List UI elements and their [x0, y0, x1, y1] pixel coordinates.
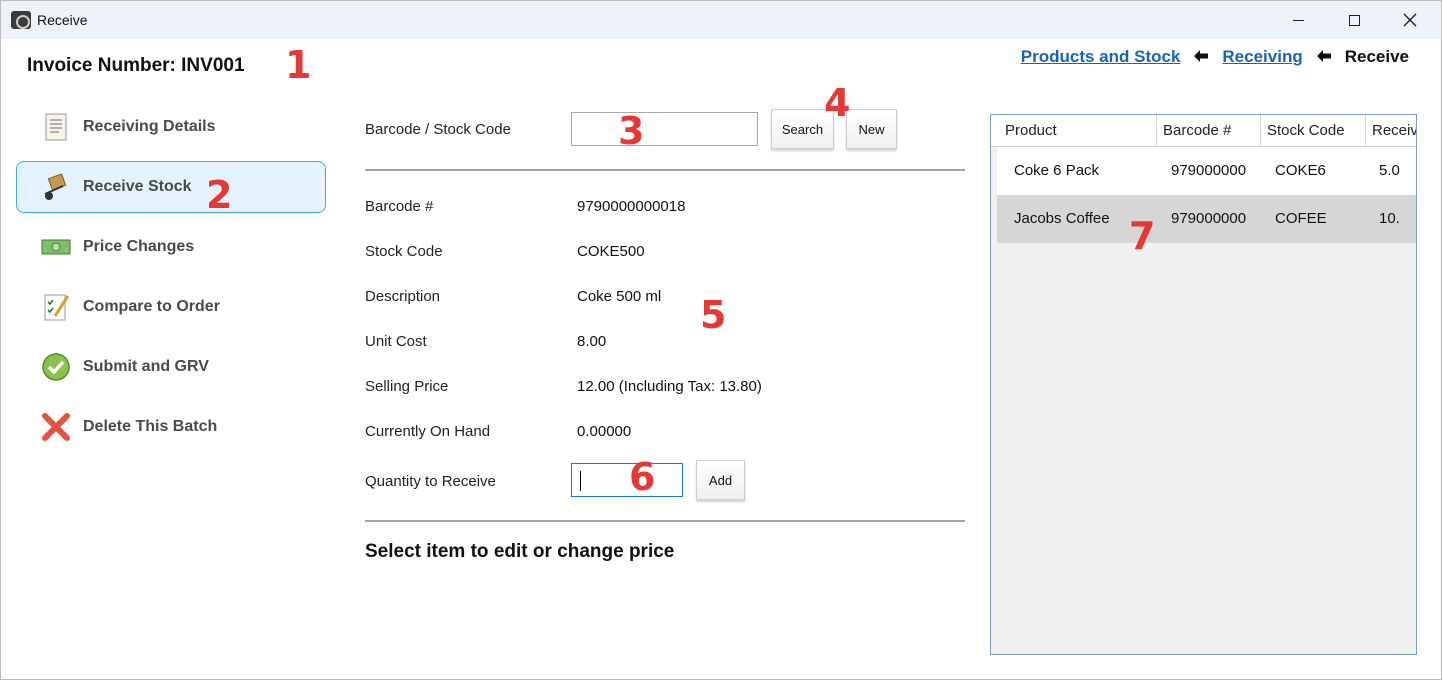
selling-price-label: Selling Price: [365, 378, 449, 395]
barcode-search-input[interactable]: [571, 112, 758, 146]
breadcrumb-products-and-stock[interactable]: Products and Stock: [1021, 47, 1181, 67]
annotation-3: 3: [618, 109, 645, 153]
description-value: Coke 500 ml: [577, 288, 662, 305]
stock-code-value: COKE500: [577, 243, 645, 260]
select-item-prompt: Select item to edit or change price: [365, 541, 675, 562]
cell-stock-code: COFEE: [1275, 210, 1327, 227]
arrow-left-icon: [1316, 49, 1331, 66]
minimize-button[interactable]: [1269, 1, 1327, 39]
add-button[interactable]: Add: [696, 460, 745, 500]
check-circle-icon: [42, 353, 70, 381]
cell-barcode: 979000000: [1171, 210, 1247, 227]
hand-truck-icon: [44, 173, 67, 200]
column-header-barcode[interactable]: Barcode #: [1157, 115, 1261, 147]
document-icon: [45, 113, 67, 141]
received-items-grid[interactable]: Product Barcode # Stock Code Receiv Coke…: [990, 114, 1417, 655]
receive-window: Receive Invoice Number: INV001 Products …: [0, 0, 1442, 680]
sidebar-item-submit-and-grv[interactable]: Submit and GRV: [16, 341, 326, 393]
maximize-button[interactable]: [1325, 1, 1383, 39]
cell-received: 10.: [1379, 210, 1400, 227]
checklist-icon: [44, 294, 70, 321]
annotation-5: 5: [700, 293, 727, 337]
sidebar-item-label: Receiving Details: [83, 118, 216, 135]
app-icon: [11, 11, 31, 29]
annotation-7: 7: [1129, 214, 1156, 258]
breadcrumb: Products and Stock Receiving Receive: [1021, 47, 1409, 67]
cell-received: 5.0: [1379, 162, 1400, 179]
cell-barcode: 979000000: [1171, 162, 1247, 179]
table-row[interactable]: Coke 6 Pack 979000000 COKE6 5.0: [997, 147, 1416, 195]
barcode-value: 9790000000018: [577, 198, 686, 215]
close-button[interactable]: [1381, 1, 1439, 39]
annotation-1: 1: [285, 43, 312, 87]
barcode-label: Barcode #: [365, 198, 434, 215]
maximize-icon: [1348, 14, 1360, 26]
on-hand-value: 0.00000: [577, 423, 632, 440]
unit-cost-label: Unit Cost: [365, 333, 427, 350]
cell-stock-code: COKE6: [1275, 162, 1326, 179]
sidebar-item-label: Delete This Batch: [83, 418, 218, 435]
description-label: Description: [365, 288, 441, 305]
sidebar-item-label: Submit and GRV: [83, 358, 209, 375]
on-hand-label: Currently On Hand: [365, 423, 491, 440]
new-button[interactable]: New: [846, 109, 897, 149]
quantity-label: Quantity to Receive: [365, 473, 496, 490]
column-header-stock-code[interactable]: Stock Code: [1261, 115, 1366, 147]
column-header-product[interactable]: Product: [999, 115, 1157, 147]
sidebar-item-compare-to-order[interactable]: Compare to Order: [16, 281, 326, 333]
stock-code-label: Stock Code: [365, 243, 443, 260]
window-title: Receive: [37, 12, 88, 28]
text-caret: [580, 471, 581, 491]
annotation-2: 2: [206, 173, 233, 217]
divider-top: [365, 169, 965, 171]
breadcrumb-receiving[interactable]: Receiving: [1222, 47, 1302, 67]
minimize-icon: [1292, 19, 1304, 21]
barcode-stock-code-label: Barcode / Stock Code: [365, 121, 511, 138]
annotation-4: 4: [824, 81, 851, 125]
table-row[interactable]: Jacobs Coffee 979000000 COFEE 10.: [997, 195, 1416, 243]
cell-product: Coke 6 Pack: [1014, 162, 1100, 179]
money-icon: [41, 239, 71, 255]
sidebar-item-receiving-details[interactable]: Receiving Details: [16, 101, 326, 153]
sidebar-item-label: Receive Stock: [83, 178, 192, 195]
sidebar-item-delete-this-batch[interactable]: Delete This Batch: [16, 401, 326, 453]
red-x-icon: [42, 413, 70, 441]
annotation-6: 6: [629, 455, 656, 499]
sidebar-item-label: Price Changes: [83, 238, 195, 255]
grid-header: Product Barcode # Stock Code Receiv: [991, 115, 1416, 147]
sidebar-item-price-changes[interactable]: Price Changes: [16, 221, 326, 273]
sidebar-item-receive-stock[interactable]: Receive Stock: [16, 161, 326, 213]
sidebar-item-label: Compare to Order: [83, 298, 220, 315]
title-bar: Receive: [1, 1, 1441, 39]
close-icon: [1403, 13, 1417, 27]
column-header-received[interactable]: Receiv: [1366, 115, 1416, 147]
unit-cost-value: 8.00: [577, 333, 607, 350]
breadcrumb-receive: Receive: [1344, 47, 1409, 66]
quantity-input[interactable]: [571, 463, 683, 497]
invoice-number: Invoice Number: INV001: [27, 55, 245, 76]
selling-price-value: 12.00 (Including Tax: 13.80): [577, 378, 762, 395]
arrow-left-icon: [1194, 49, 1209, 66]
divider-bottom: [365, 520, 965, 522]
sidebar-nav: Receiving Details Receive Stock Price Ch…: [16, 101, 326, 461]
